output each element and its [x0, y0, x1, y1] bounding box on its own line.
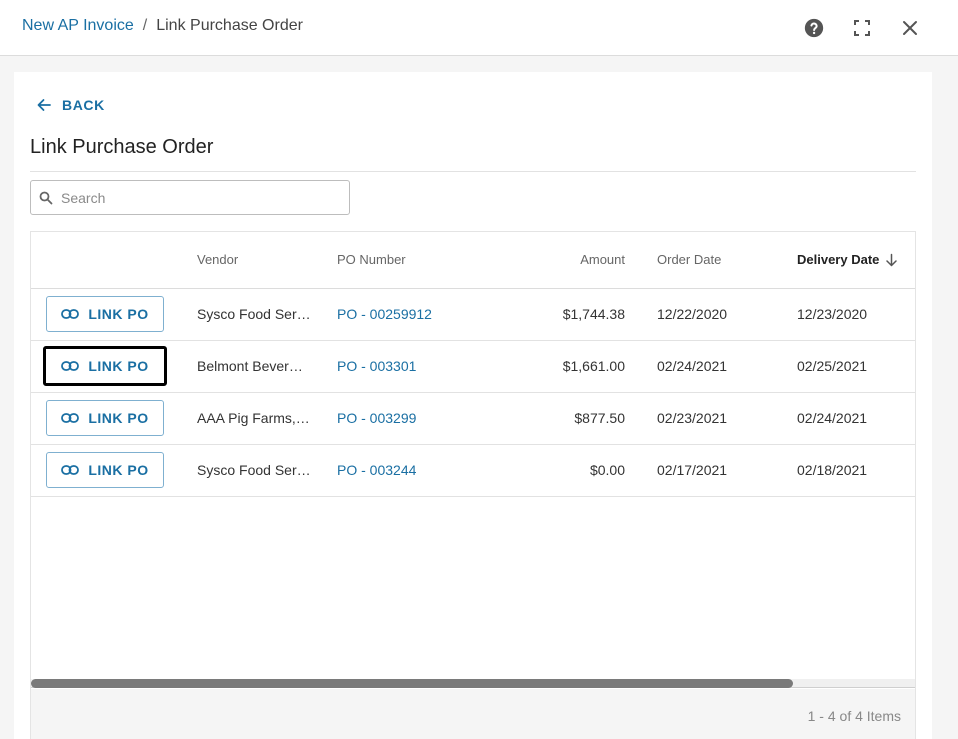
back-label: BACK [62, 97, 105, 113]
pager-info: 1 - 4 of 4 Items [807, 708, 901, 724]
vendor-cell: AAA Pig Farms,… [197, 410, 310, 426]
search-box [30, 180, 350, 215]
column-header-delivery-date[interactable]: Delivery Date [797, 252, 898, 267]
po-table: Vendor PO Number Amount Order Date Deliv… [30, 231, 916, 739]
table-header: Vendor PO Number Amount Order Date Deliv… [31, 232, 915, 289]
vendor-cell: Belmont Bever… [197, 358, 303, 374]
back-button[interactable]: BACK [36, 97, 105, 113]
po-number-link[interactable]: PO - 00259912 [337, 306, 432, 322]
link-po-label: LINK PO [88, 410, 149, 426]
order-date-cell: 02/23/2021 [657, 410, 728, 426]
delivery-date-cell: 12/23/2020 [797, 306, 868, 322]
table-row: LINK PO Sysco Food Ser… PO - 003244 $0.0… [31, 445, 915, 497]
order-date-cell: 12/22/2020 [657, 306, 728, 322]
vendor-cell: Sysco Food Ser… [197, 462, 311, 478]
scrollbar-thumb[interactable] [31, 679, 793, 688]
table-footer: 1 - 4 of 4 Items [31, 689, 915, 739]
link-po-panel: BACK Link Purchase Order Vendor PO Numbe… [14, 72, 932, 739]
link-icon [61, 413, 80, 423]
link-po-button[interactable]: LINK PO [43, 346, 167, 386]
page-title: Link Purchase Order [30, 136, 214, 158]
sort-descending-icon [886, 253, 898, 266]
link-po-label: LINK PO [88, 306, 149, 322]
amount-cell: $1,744.38 [562, 306, 625, 322]
link-po-label: LINK PO [88, 462, 149, 478]
delivery-date-cell: 02/25/2021 [797, 358, 868, 374]
column-header-order-date[interactable]: Order Date [657, 252, 721, 267]
link-po-button[interactable]: LINK PO [46, 296, 164, 332]
top-bar: New AP Invoice / Link Purchase Order [0, 0, 958, 56]
search-input[interactable] [61, 182, 343, 213]
column-header-amount[interactable]: Amount [525, 252, 625, 267]
search-icon [39, 191, 53, 205]
amount-cell: $0.00 [589, 462, 625, 478]
title-divider [30, 171, 916, 172]
amount-cell: $1,661.00 [562, 358, 625, 374]
horizontal-scrollbar[interactable] [31, 679, 915, 688]
delivery-date-cell: 02/24/2021 [797, 410, 868, 426]
order-date-cell: 02/17/2021 [657, 462, 728, 478]
breadcrumb-current: Link Purchase Order [156, 17, 303, 34]
fullscreen-icon[interactable] [850, 16, 874, 40]
table-row: LINK PO AAA Pig Farms,… PO - 003299 $877… [31, 393, 915, 445]
link-icon [61, 309, 80, 319]
arrow-left-icon [37, 99, 51, 111]
link-po-label: LINK PO [88, 358, 149, 374]
po-number-link[interactable]: PO - 003299 [337, 410, 416, 426]
po-number-link[interactable]: PO - 003244 [337, 462, 416, 478]
amount-cell: $877.50 [574, 410, 625, 426]
link-po-button[interactable]: LINK PO [46, 400, 164, 436]
order-date-cell: 02/24/2021 [657, 358, 728, 374]
table-row: LINK PO Belmont Bever… PO - 003301 $1,66… [31, 341, 915, 393]
po-number-link[interactable]: PO - 003301 [337, 358, 416, 374]
help-icon[interactable] [802, 16, 826, 40]
breadcrumb-parent-link[interactable]: New AP Invoice [22, 17, 134, 35]
column-header-po-number[interactable]: PO Number [337, 252, 406, 267]
breadcrumb: New AP Invoice / Link Purchase Order [22, 17, 303, 35]
link-po-button[interactable]: LINK PO [46, 452, 164, 488]
link-icon [61, 361, 80, 371]
delivery-date-cell: 02/18/2021 [797, 462, 868, 478]
vendor-cell: Sysco Food Ser… [197, 306, 311, 322]
delivery-date-header-label: Delivery Date [797, 252, 880, 267]
breadcrumb-separator: / [142, 17, 148, 34]
table-row: LINK PO Sysco Food Ser… PO - 00259912 $1… [31, 289, 915, 341]
close-icon[interactable] [898, 16, 922, 40]
link-icon [61, 465, 80, 475]
column-header-vendor[interactable]: Vendor [197, 252, 238, 267]
